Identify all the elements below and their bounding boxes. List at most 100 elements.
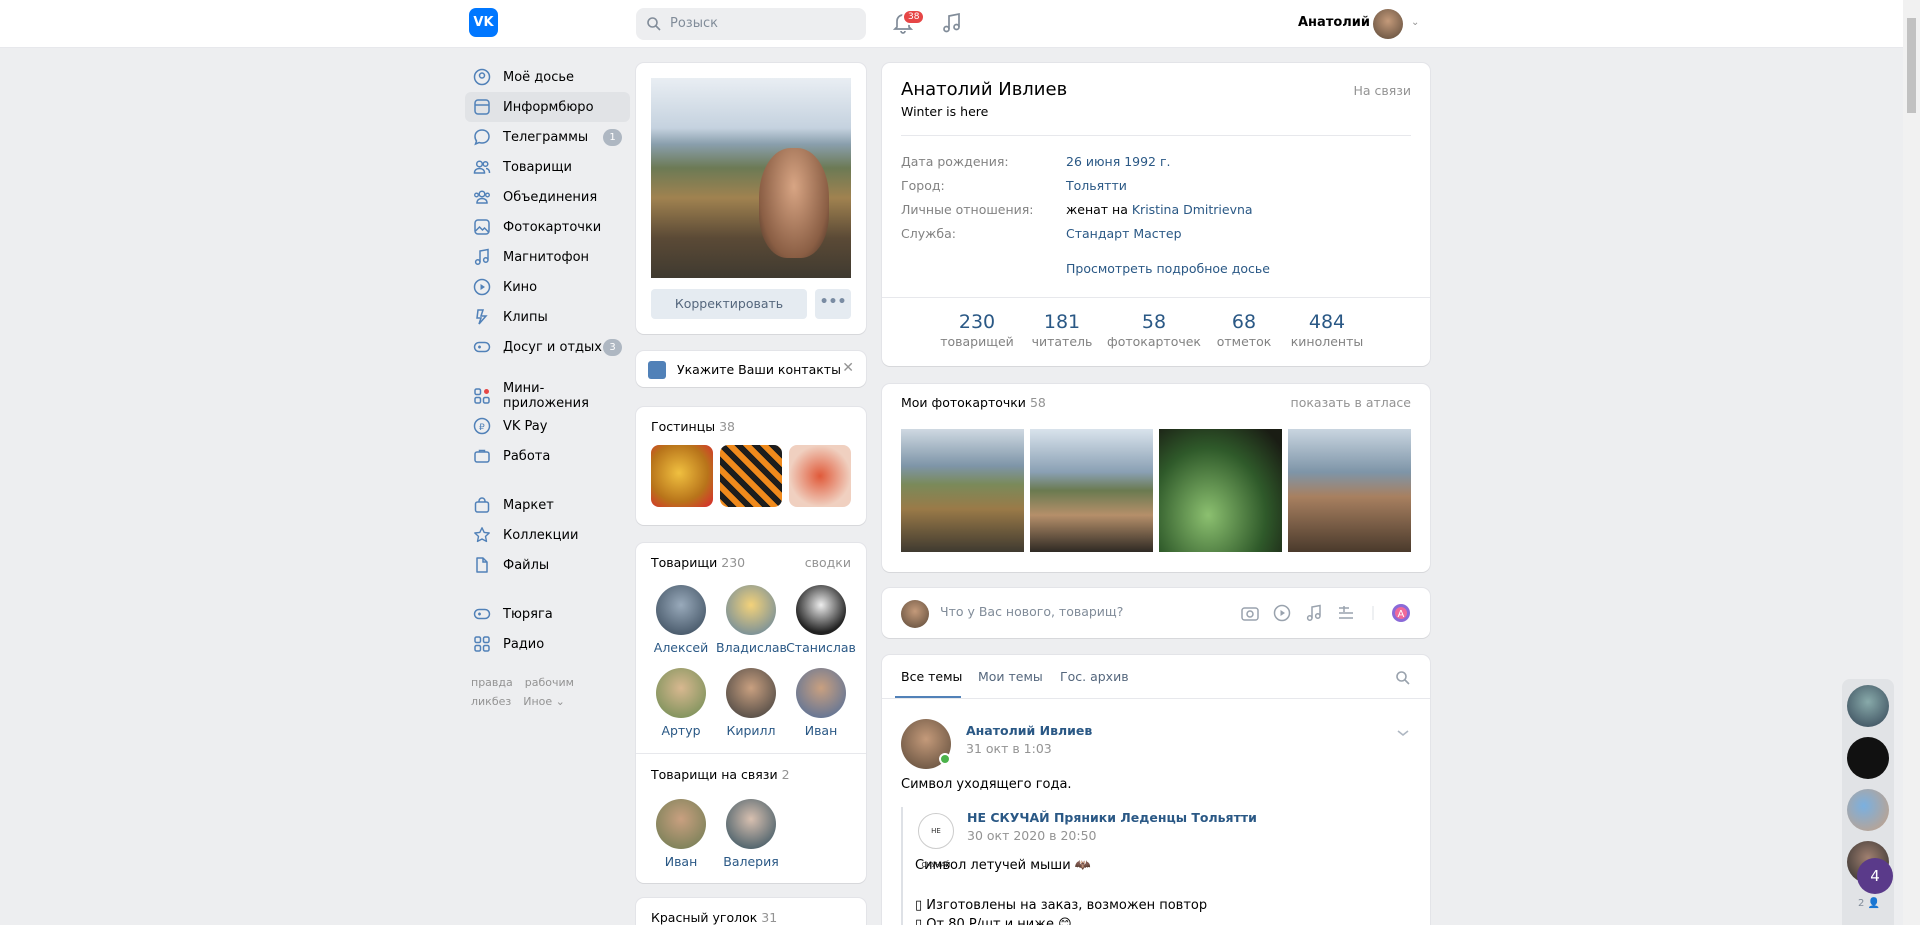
sidebar-item-mini-apps[interactable]: Мини-приложения [465,381,630,411]
repost-text-line: ▯ Изготовлены на заказ, возможен повтор [915,898,1208,913]
tab-my-posts[interactable]: Мои темы [978,669,1043,684]
cabinet-block: Красный уголок 31 [636,898,866,925]
online-count: 2 👤 [1858,898,1881,909]
search-input[interactable]: Розыск [636,8,866,40]
show-on-map-link[interactable]: показать в атласе [1291,395,1411,410]
friend-item[interactable]: Иван [646,799,716,869]
close-icon[interactable]: ✕ [842,360,854,376]
sidebar-item-music[interactable]: Магнитофон [465,242,630,272]
footer-link[interactable]: рабочим [525,676,574,689]
tab-archive[interactable]: Гос. архив [1060,669,1129,684]
post-time[interactable]: 31 окт в 1:03 [966,741,1052,756]
photo-thumb[interactable] [901,429,1024,552]
avatar[interactable] [1847,737,1889,779]
vk-logo[interactable]: VK [469,8,498,37]
friends-title-label: Товарищи [651,555,718,570]
photo-thumb[interactable] [1159,429,1282,552]
sidebar-item-files[interactable]: Файлы [465,550,630,580]
sidebar-item-work[interactable]: Работа [465,441,630,471]
profile-status[interactable]: Winter is here [901,104,988,119]
gifts-title[interactable]: Гостинцы 38 [651,419,735,434]
chevron-down-icon[interactable] [1395,725,1411,741]
sidebar-item-games[interactable]: Досуг и отдых 3 [465,332,630,362]
friend-item[interactable]: Кирилл [716,668,786,738]
avatar[interactable] [1373,9,1403,39]
stat-photos[interactable]: 58 фотокарточек [1104,311,1204,349]
stat-friends[interactable]: 230 товарищей [932,311,1022,349]
user-circle-icon [473,68,491,86]
sidebar-item-radio[interactable]: Радио [465,629,630,659]
sidebar-item-friends[interactable]: Товарищи [465,152,630,182]
avatar [726,585,776,635]
stat-tags[interactable]: 68 отметок [1209,311,1279,349]
friends-title[interactable]: Товарищи 230 [651,555,745,570]
sidebar-item-prison-game[interactable]: Тюряга [465,599,630,629]
sidebar-item-market[interactable]: Маркет [465,490,630,520]
avatar[interactable] [1847,685,1889,727]
relations-link[interactable]: Kristina Dmitrievna [1132,202,1253,217]
scrollbar-thumb[interactable] [1907,18,1916,113]
contacts-prompt[interactable]: Укажите Ваши контакты ✕ [636,351,866,387]
sidebar-item-vkpay[interactable]: ₽ VK Pay [465,411,630,441]
repost-avatar[interactable]: НЕ СКУЧАЙ [918,813,954,869]
profile-photo[interactable] [651,78,851,278]
sidebar-item-groups[interactable]: Объединения [465,182,630,212]
cabinet-title[interactable]: Красный уголок 31 [651,910,777,925]
sidebar-item-clips[interactable]: Клипы [465,302,630,332]
article-icon[interactable] [1336,603,1356,623]
stat-number: 58 [1141,311,1167,333]
footer-link[interactable]: ликбез [471,695,511,708]
sidebar-item-video[interactable]: Кино [465,272,630,302]
online-friends-title[interactable]: Товарищи на связи 2 [651,767,790,782]
friends-updates-link[interactable]: сводки [805,555,851,570]
post-author[interactable]: Анатолий Ивлиев [966,723,1092,738]
chevron-down-icon[interactable]: ⌄ [1411,17,1419,28]
photo-thumb[interactable] [1030,429,1153,552]
tab-all-posts[interactable]: Все темы [901,669,962,684]
friend-item[interactable]: Иван [786,668,856,738]
unread-chats-badge[interactable]: 4 [1857,858,1893,894]
search-icon[interactable] [1395,670,1411,686]
camera-icon[interactable] [1240,603,1260,623]
video-icon[interactable] [1272,603,1292,623]
stat-label: товарищей [940,334,1014,349]
user-name[interactable]: Анатолий [1298,15,1370,30]
post-composer[interactable]: Что у Вас нового, товарищ? A [882,588,1430,638]
music-icon[interactable] [942,12,962,34]
photo-thumb[interactable] [1288,429,1411,552]
sidebar-item-news[interactable]: Информбюро [465,92,630,122]
stat-followers[interactable]: 181 читатель [1024,311,1100,349]
avatar[interactable] [1847,789,1889,831]
sidebar-item-label: Телеграммы [503,129,589,145]
gift-bell[interactable] [651,445,713,507]
friend-item[interactable]: Валерия [716,799,786,869]
friend-item[interactable]: Артур [646,668,716,738]
sidebar-item-profile[interactable]: Моё досье [465,62,630,92]
show-full-profile-link[interactable]: Просмотреть подробное досье [1066,261,1270,276]
more-actions-button[interactable]: ••• [815,289,851,319]
scrollbar[interactable] [1903,0,1920,925]
gift-23[interactable] [789,445,851,507]
edit-profile-button[interactable]: Корректировать [651,289,807,319]
footer-link[interactable]: Иное ⌄ [523,695,565,708]
gift-ribbon[interactable] [720,445,782,507]
friend-item[interactable]: Алексей [646,585,716,655]
friend-item[interactable]: Станислав [786,585,856,655]
sidebar-item-messages[interactable]: Телеграммы 1 [465,122,630,152]
sidebar-item-photos[interactable]: Фотокарточки [465,212,630,242]
repost-author[interactable]: НЕ СКУЧАЙ Пряники Леденцы Тольятти [967,810,1257,825]
music-icon[interactable] [1304,603,1324,623]
job-value[interactable]: Стандарт Мастер [1066,226,1182,241]
stat-videos[interactable]: 484 киноленты [1282,311,1372,349]
friend-item[interactable]: Владислав [716,585,787,655]
composer-placeholder[interactable]: Что у Вас нового, товарищ? [940,604,1123,619]
birthday-value[interactable]: 26 июня 1992 г. [1066,154,1171,169]
photos-title[interactable]: Мои фотокарточки 58 [901,395,1046,410]
divider [882,297,1430,298]
city-value[interactable]: Тольятти [1066,178,1127,193]
vk-mini-app-icon[interactable]: A [1391,603,1411,623]
footer-link[interactable]: правда [471,676,513,689]
friends-icon [473,160,491,174]
repost-time[interactable]: 30 окт 2020 в 20:50 [967,828,1096,843]
sidebar-item-collections[interactable]: Коллекции [465,520,630,550]
